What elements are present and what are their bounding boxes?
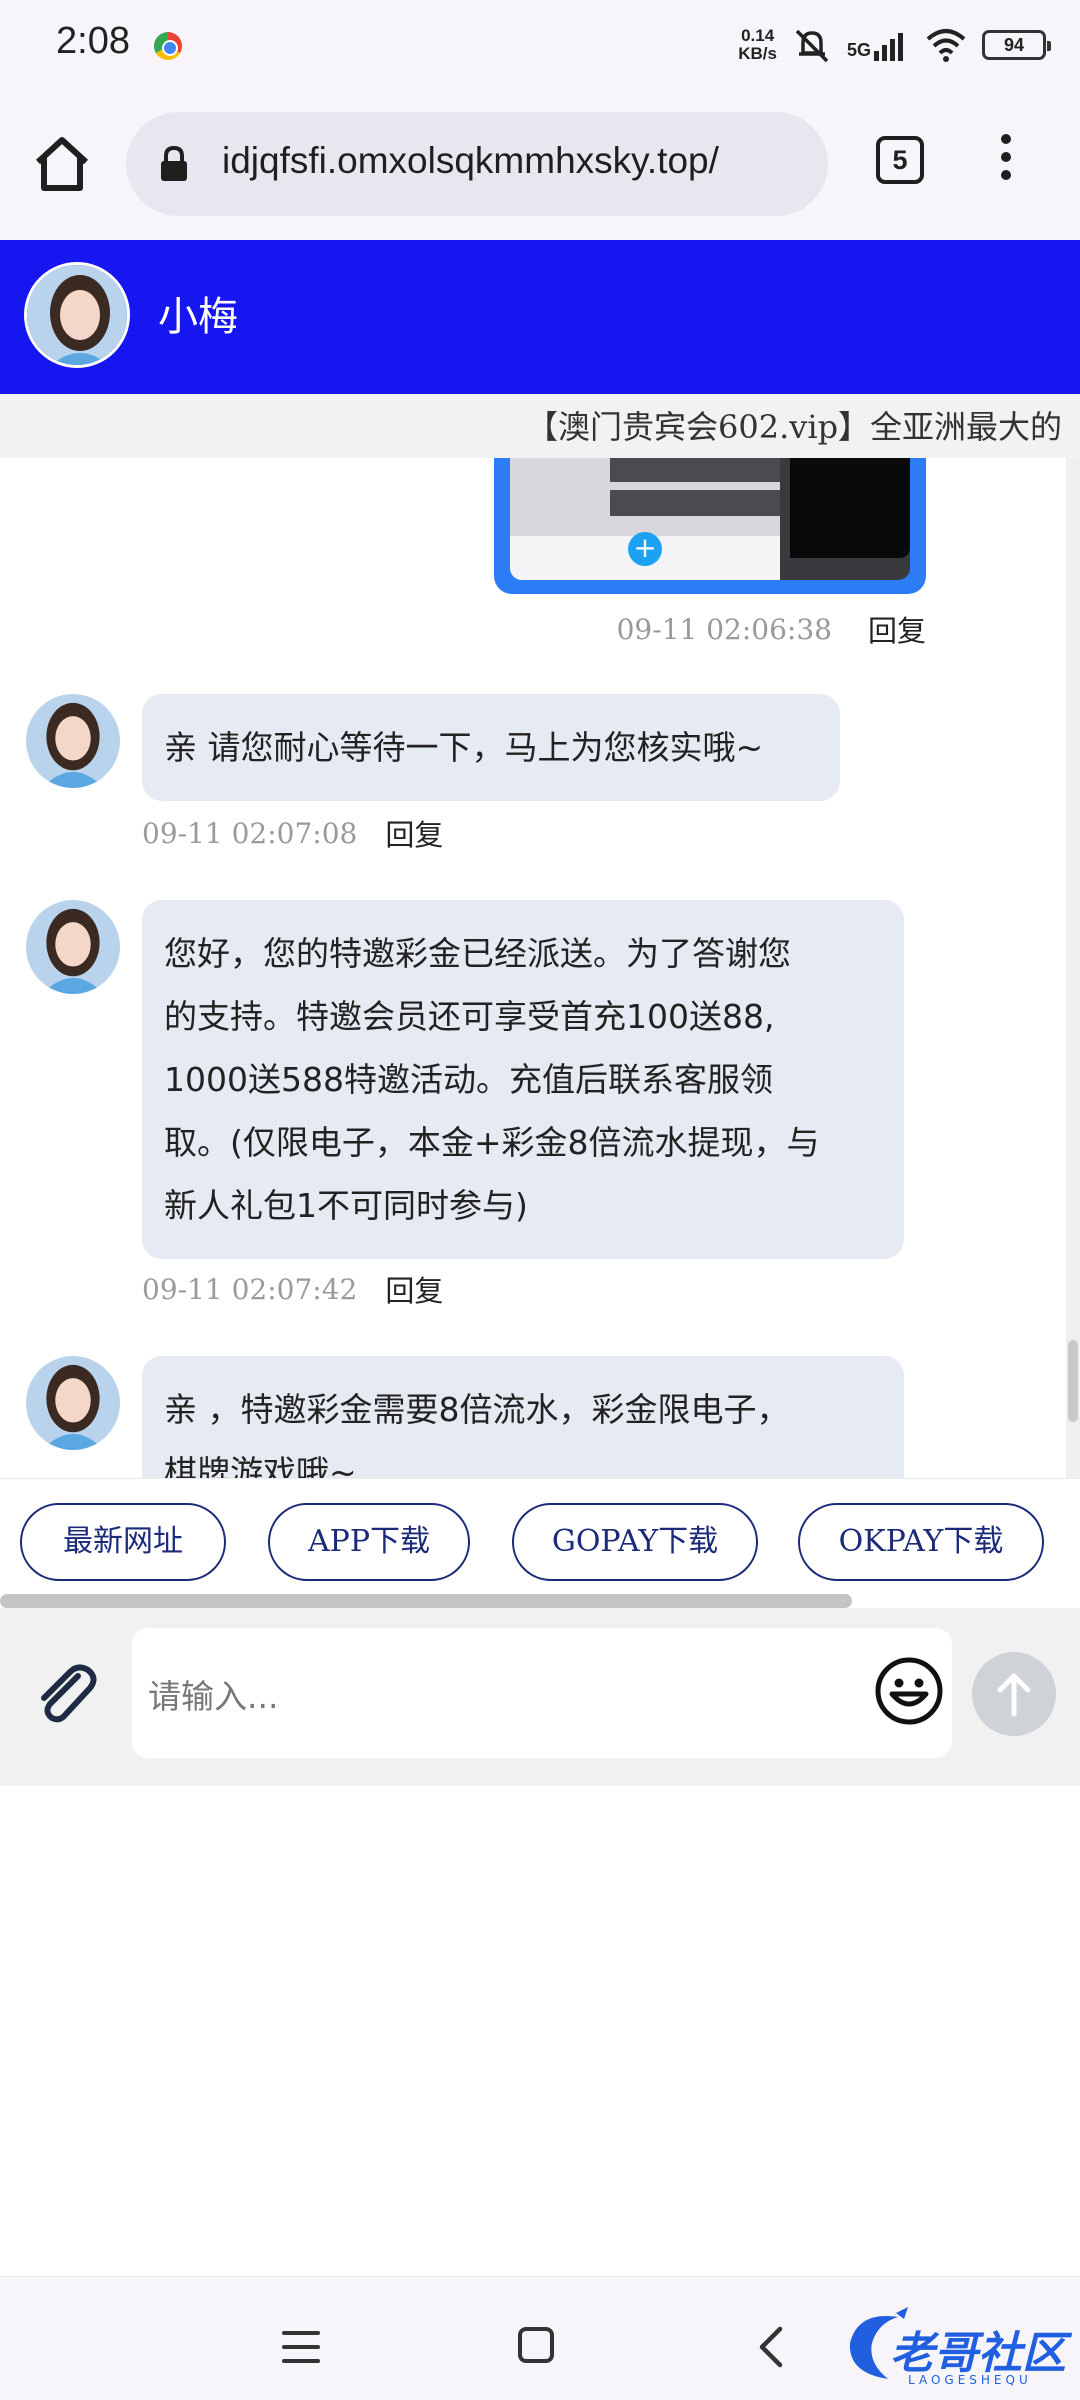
latest-url-button[interactable]: 最新网址 <box>20 1503 226 1581</box>
avatar-image <box>26 900 120 994</box>
announcement-marquee: 【澳门贵宾会602.vip】全亚洲最大的 <box>0 394 1080 458</box>
reply-button[interactable]: 回复 <box>385 812 443 854</box>
browser-toolbar: idjqfsfi.omxolsqkmmhxsky.top/ 5 <box>0 90 1080 240</box>
quick-actions-bar: 最新网址 APP下载 GOPAY下载 OKPAY下载 <box>0 1478 1080 1602</box>
wifi-icon <box>926 29 966 62</box>
net-speed: 0.14 KB/s <box>738 27 777 63</box>
message-bubble: 您好，您的特邀彩金已经派送。为了答谢您 的支持。特邀会员还可享受首充100送88… <box>142 900 904 1259</box>
message-input-placeholder: 请输入... <box>148 1677 279 1716</box>
message-time: 09-11 02:07:42 <box>142 1272 358 1306</box>
recent-apps-button[interactable] <box>282 2331 320 2365</box>
avatar-image <box>26 694 120 788</box>
back-button[interactable] <box>752 2325 792 2369</box>
message-meta: 09-11 02:06:38 回复 <box>617 608 926 650</box>
gopay-download-button[interactable]: GOPAY下载 <box>512 1503 758 1581</box>
system-home-button[interactable] <box>518 2327 554 2363</box>
message-line: 亲 ，特邀彩金需要8倍流水，彩金限电子， <box>164 1390 790 1429</box>
agent-avatar[interactable] <box>26 1356 120 1450</box>
message-line: 的支持。特邀会员还可享受首充100送88, <box>164 997 775 1036</box>
emoji-icon[interactable] <box>874 1656 944 1726</box>
status-icons: 0.14 KB/s 5G 94 <box>738 22 1051 68</box>
message-text: 亲 请您耐心等待一下，马上为您核实哦~ <box>164 728 764 767</box>
address-bar[interactable]: idjqfsfi.omxolsqkmmhxsky.top/ <box>126 112 828 216</box>
watermark-text: 老哥社区 <box>890 2328 1066 2379</box>
net-speed-unit: KB/s <box>738 44 777 63</box>
message-meta: 09-11 02:07:08 回复 <box>142 812 443 854</box>
arrow-up-icon <box>997 1673 1031 1717</box>
app-download-button[interactable]: APP下载 <box>268 1503 470 1581</box>
send-button[interactable] <box>972 1652 1056 1736</box>
message-meta: 09-11 02:07:42 回复 <box>142 1268 443 1310</box>
status-time: 2:08 <box>56 20 130 62</box>
marquee-text: 【澳门贵宾会602.vip】全亚洲最大的 <box>526 408 1063 446</box>
message-line: 取。(仅限电子，本金+彩金8倍流水提现，与 <box>164 1123 820 1162</box>
status-bar: 2:08 0.14 KB/s 5G 94 <box>0 0 1080 90</box>
message-scrollbar[interactable] <box>1066 458 1080 1478</box>
message-line: 新人礼包1不可同时参与) <box>164 1186 528 1225</box>
contact-avatar[interactable] <box>24 262 130 368</box>
message-time: 09-11 02:06:38 <box>616 612 832 646</box>
battery-icon: 94 <box>982 30 1051 60</box>
more-menu-icon[interactable] <box>990 130 1022 190</box>
message-input[interactable]: 请输入... <box>132 1628 952 1758</box>
net-speed-value: 0.14 <box>741 26 775 45</box>
message-bubble: 亲 请您耐心等待一下，马上为您核实哦~ <box>142 694 840 801</box>
plus-icon: + <box>628 532 662 566</box>
reply-button[interactable]: 回复 <box>385 1268 443 1310</box>
url-text: idjqfsfi.omxolsqkmmhxsky.top/ <box>222 140 719 181</box>
home-icon[interactable] <box>30 132 94 196</box>
message-list[interactable]: + 09-11 02:06:38 回复 亲 请您耐心等待一下，马上为您核实哦~ … <box>0 458 1080 1478</box>
signal-icon <box>874 33 903 61</box>
okpay-download-button[interactable]: OKPAY下载 <box>798 1503 1044 1581</box>
message-input-bar: 请输入... <box>0 1608 1080 1786</box>
message-scrollbar-thumb[interactable] <box>1068 1340 1078 1422</box>
contact-name: 小梅 <box>158 294 238 340</box>
chat-header: 小梅 <box>0 240 1080 394</box>
mute-bell-icon <box>795 29 829 63</box>
sent-screenshot-image: + <box>510 458 910 580</box>
agent-avatar[interactable] <box>26 900 120 994</box>
network-indicator: 5G <box>847 29 910 61</box>
lock-icon <box>161 146 187 181</box>
network-type: 5G <box>846 40 871 60</box>
agent-avatar[interactable] <box>26 694 120 788</box>
system-nav-bar: 老哥社区 LAOGESHEQU <box>0 2276 1080 2400</box>
avatar-image <box>27 265 127 365</box>
watermark-logo: 老哥社区 LAOGESHEQU <box>838 2299 1074 2395</box>
reply-button[interactable]: 回复 <box>868 608 926 650</box>
message-line: 棋牌游戏哦~ <box>164 1453 357 1478</box>
message-bubble: 亲 ，特邀彩金需要8倍流水，彩金限电子， 棋牌游戏哦~ <box>142 1356 904 1478</box>
quick-actions-scrollbar[interactable] <box>0 1594 852 1608</box>
message-time: 09-11 02:07:08 <box>142 816 358 850</box>
watermark-subtext: LAOGESHEQU <box>908 2373 1032 2387</box>
chrome-notification-icon <box>154 32 182 60</box>
paperclip-icon[interactable] <box>30 1658 100 1728</box>
message-line: 您好，您的特邀彩金已经派送。为了答谢您 <box>164 934 791 973</box>
avatar-image <box>26 1356 120 1450</box>
tab-switcher-button[interactable]: 5 <box>876 136 924 184</box>
message-line: 1000送588特邀活动。充值后联系客服领 <box>164 1060 773 1099</box>
sent-image-message[interactable]: + <box>494 458 926 594</box>
